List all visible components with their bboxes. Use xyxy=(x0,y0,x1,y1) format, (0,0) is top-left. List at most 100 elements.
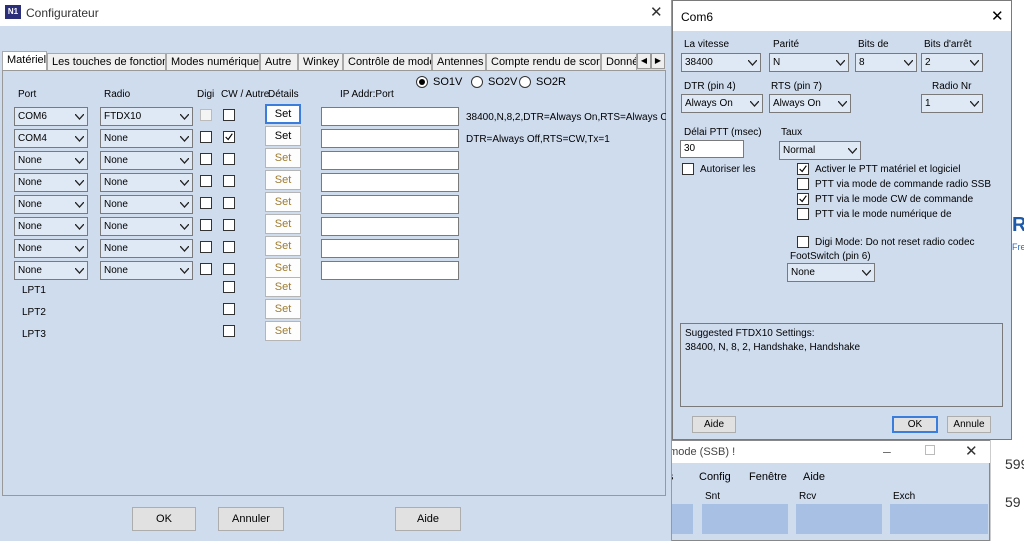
port-select[interactable]: None xyxy=(14,217,88,236)
lpt-set-button[interactable]: Set xyxy=(265,299,301,319)
allow-checkbox[interactable] xyxy=(682,163,694,175)
lpt-cw-checkbox[interactable] xyxy=(223,325,235,337)
set-button[interactable]: Set xyxy=(265,236,301,256)
radio-select[interactable]: FTDX10 xyxy=(100,107,193,126)
dtr-select[interactable]: Always On xyxy=(681,94,763,113)
menu-item-config[interactable]: Config xyxy=(699,471,731,483)
close-icon[interactable]: ✕ xyxy=(650,3,663,21)
cw-checkbox[interactable] xyxy=(223,175,235,187)
port-select[interactable]: None xyxy=(14,195,88,214)
com6-help-button[interactable]: Aide xyxy=(692,416,736,433)
close-icon[interactable]: ✕ xyxy=(991,7,1004,25)
tab-autre[interactable]: Autre xyxy=(260,53,298,71)
menu-item-fenetre[interactable]: Fenêtre xyxy=(749,471,787,483)
footswitch-select[interactable]: None xyxy=(787,263,875,282)
port-select[interactable]: None xyxy=(14,261,88,280)
bits-select[interactable]: 8 xyxy=(855,53,917,72)
ip-address-input[interactable] xyxy=(321,239,459,258)
port-select[interactable]: None xyxy=(14,173,88,192)
maximize-icon[interactable] xyxy=(925,445,935,455)
set-button[interactable]: Set xyxy=(265,170,301,190)
digi-checkbox[interactable] xyxy=(200,263,212,275)
tab-antennes[interactable]: Antennes xyxy=(432,53,486,71)
so1v-radio[interactable] xyxy=(416,76,428,88)
com6-cancel-button[interactable]: Annule xyxy=(947,416,991,433)
snt-field[interactable] xyxy=(702,504,788,534)
port-select[interactable]: COM4 xyxy=(14,129,88,148)
ptt-option-checkbox[interactable] xyxy=(797,163,809,175)
set-button[interactable]: Set xyxy=(265,214,301,234)
digi-checkbox[interactable] xyxy=(200,219,212,231)
digi-checkbox[interactable] xyxy=(200,197,212,209)
tab-scroll-right-button[interactable]: ▶ xyxy=(651,53,665,69)
digi-checkbox[interactable] xyxy=(200,175,212,187)
port-select[interactable]: None xyxy=(14,151,88,170)
ip-address-input[interactable] xyxy=(321,107,459,126)
cw-checkbox[interactable] xyxy=(223,219,235,231)
rate-select[interactable]: Normal xyxy=(779,141,861,160)
radio-select[interactable]: None xyxy=(100,173,193,192)
ptt-option-checkbox[interactable] xyxy=(797,193,809,205)
stop-bits-select[interactable]: 2 xyxy=(921,53,983,72)
ip-address-input[interactable] xyxy=(321,261,459,280)
cw-checkbox[interactable] xyxy=(223,153,235,165)
close-icon[interactable]: ✕ xyxy=(965,442,978,460)
radio-nr-select[interactable]: 1 xyxy=(921,94,983,113)
ptt-option-checkbox[interactable] xyxy=(797,208,809,220)
parity-select[interactable]: N xyxy=(769,53,849,72)
set-button[interactable]: Set xyxy=(265,148,301,168)
so2v-radio[interactable] xyxy=(471,76,483,88)
cw-checkbox[interactable] xyxy=(223,109,235,121)
port-select[interactable]: COM6 xyxy=(14,107,88,126)
tab-materiel[interactable]: Matériel xyxy=(2,51,47,71)
radio-select[interactable]: None xyxy=(100,195,193,214)
radio-select[interactable]: None xyxy=(100,151,193,170)
com6-ok-button[interactable]: OK xyxy=(892,416,938,433)
lpt-set-button[interactable]: Set xyxy=(265,321,301,341)
set-button[interactable]: Set xyxy=(265,126,301,146)
ip-address-input[interactable] xyxy=(321,129,459,148)
cancel-button[interactable]: Annuler xyxy=(218,507,284,531)
digi-checkbox[interactable] xyxy=(200,109,212,121)
speed-select[interactable]: 38400 xyxy=(681,53,761,72)
cw-checkbox[interactable] xyxy=(223,241,235,253)
digi-mode-checkbox[interactable] xyxy=(797,236,809,248)
digi-checkbox[interactable] xyxy=(200,153,212,165)
lpt-set-button[interactable]: Set xyxy=(265,277,301,297)
tab-touches-fonction[interactable]: Les touches de fonction xyxy=(47,53,166,71)
set-button[interactable]: Set xyxy=(265,258,301,278)
tab-compte-rendu[interactable]: Compte rendu de score xyxy=(486,53,601,71)
ip-address-input[interactable] xyxy=(321,217,459,236)
so2r-radio[interactable] xyxy=(519,76,531,88)
set-button[interactable]: Set xyxy=(265,104,301,124)
port-select[interactable]: None xyxy=(14,239,88,258)
minimize-icon[interactable]: – xyxy=(883,443,891,459)
cw-checkbox[interactable] xyxy=(223,197,235,209)
ptt-delay-input[interactable]: 30 xyxy=(680,140,744,158)
menu-item-aide[interactable]: Aide xyxy=(803,471,825,483)
tab-donnees[interactable]: Donné xyxy=(601,53,637,71)
set-button[interactable]: Set xyxy=(265,192,301,212)
ptt-option-checkbox[interactable] xyxy=(797,178,809,190)
ip-address-input[interactable] xyxy=(321,173,459,192)
radio-select[interactable]: None xyxy=(100,239,193,258)
ip-address-input[interactable] xyxy=(321,195,459,214)
ip-address-input[interactable] xyxy=(321,151,459,170)
tab-winkey[interactable]: Winkey xyxy=(298,53,343,71)
rts-select[interactable]: Always On xyxy=(769,94,851,113)
tab-scroll-left-button[interactable]: ◀ xyxy=(637,53,651,69)
cw-checkbox[interactable] xyxy=(223,131,235,143)
right-link[interactable]: Fre xyxy=(1012,242,1024,252)
help-button[interactable]: Aide xyxy=(395,507,461,531)
rcv-field[interactable] xyxy=(796,504,882,534)
digi-checkbox[interactable] xyxy=(200,131,212,143)
lpt-cw-checkbox[interactable] xyxy=(223,281,235,293)
radio-select[interactable]: None xyxy=(100,261,193,280)
lpt-cw-checkbox[interactable] xyxy=(223,303,235,315)
cw-checkbox[interactable] xyxy=(223,263,235,275)
ok-button[interactable]: OK xyxy=(132,507,196,531)
tab-controle-mode[interactable]: Contrôle de mode xyxy=(343,53,432,71)
radio-select[interactable]: None xyxy=(100,129,193,148)
digi-checkbox[interactable] xyxy=(200,241,212,253)
exch-field[interactable] xyxy=(890,504,988,534)
